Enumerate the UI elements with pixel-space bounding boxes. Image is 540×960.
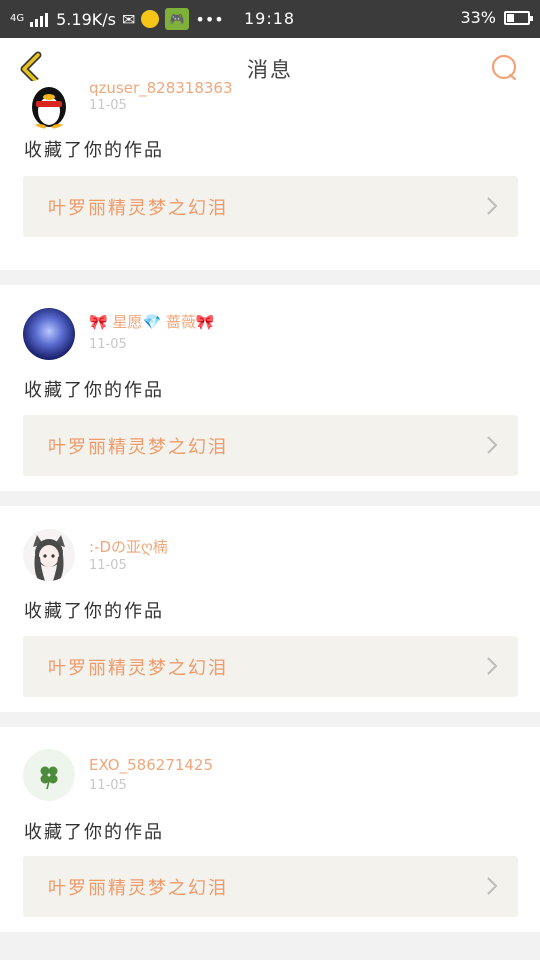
notification-dot-icon — [141, 10, 160, 28]
network-type: 4G — [10, 13, 25, 24]
avatar-user[interactable] — [23, 749, 75, 801]
action-text: 收藏了你的作品 — [24, 822, 164, 843]
battery-percentage: 33% — [460, 8, 496, 27]
penguin-icon — [32, 87, 66, 129]
work-title: 叶罗丽精灵梦之幻泪 — [48, 877, 228, 899]
clover-icon — [40, 766, 58, 790]
username[interactable]: qzuser_828318363 — [89, 79, 233, 97]
work-link[interactable]: 叶罗丽精灵梦之幻泪 — [23, 636, 518, 697]
work-link[interactable]: 叶罗丽精灵梦之幻泪 — [23, 415, 518, 476]
work-link[interactable]: 叶罗丽精灵梦之幻泪 — [23, 176, 518, 237]
work-title: 叶罗丽精灵梦之幻泪 — [48, 436, 228, 458]
more-notifications: ••• — [195, 9, 224, 29]
battery-icon — [504, 10, 533, 25]
timestamp: 11-05 — [89, 778, 127, 793]
wechat-icon: ✉ — [121, 9, 136, 29]
avatar-qq-penguin[interactable] — [23, 77, 75, 129]
timestamp: 11-05 — [89, 98, 127, 113]
chevron-right-icon — [487, 197, 498, 215]
signal-icon — [30, 11, 49, 27]
avatar-user[interactable] — [23, 529, 75, 581]
action-text: 收藏了你的作品 — [24, 140, 164, 161]
notification-card: EXO_586271425 11-05 收藏了你的作品 叶罗丽精灵梦之幻泪 — [0, 727, 540, 932]
username[interactable]: :-Dの亚ღ楠 — [89, 536, 168, 557]
status-bar: 4G 5.19K/s ✉ 🎮 ••• 19:18 33% — [0, 0, 540, 38]
network-speed: 5.19K/s — [56, 9, 116, 29]
page-title: 消息 — [247, 57, 293, 82]
work-title: 叶罗丽精灵梦之幻泪 — [48, 197, 228, 219]
timestamp: 11-05 — [89, 558, 127, 573]
username[interactable]: EXO_586271425 — [89, 756, 213, 774]
search-icon[interactable] — [490, 54, 518, 82]
clock: 19:18 — [244, 9, 296, 28]
notification-card: qzuser_828318363 11-05 收藏了你的作品 叶罗丽精灵梦之幻泪 — [0, 77, 540, 270]
notification-card: 🎀 星愿💎 蔷薇🎀 11-05 收藏了你的作品 叶罗丽精灵梦之幻泪 — [0, 285, 540, 491]
action-text: 收藏了你的作品 — [24, 601, 164, 622]
battery-fill — [507, 13, 514, 22]
game-icon: 🎮 — [165, 8, 190, 30]
action-text: 收藏了你的作品 — [24, 380, 164, 401]
chevron-right-icon — [487, 877, 498, 895]
anime-girl-icon — [33, 535, 65, 581]
chevron-right-icon — [487, 436, 498, 454]
status-right: 33% — [460, 8, 533, 27]
username[interactable]: 🎀 星愿💎 蔷薇🎀 — [89, 311, 215, 332]
work-link[interactable]: 叶罗丽精灵梦之幻泪 — [23, 856, 518, 917]
timestamp: 11-05 — [89, 337, 127, 352]
notification-card: :-Dの亚ღ楠 11-05 收藏了你的作品 叶罗丽精灵梦之幻泪 — [0, 506, 540, 712]
status-left: 4G 5.19K/s ✉ 🎮 ••• — [10, 8, 224, 30]
avatar-user[interactable] — [23, 308, 75, 360]
work-title: 叶罗丽精灵梦之幻泪 — [48, 657, 228, 679]
chevron-right-icon — [487, 657, 498, 675]
